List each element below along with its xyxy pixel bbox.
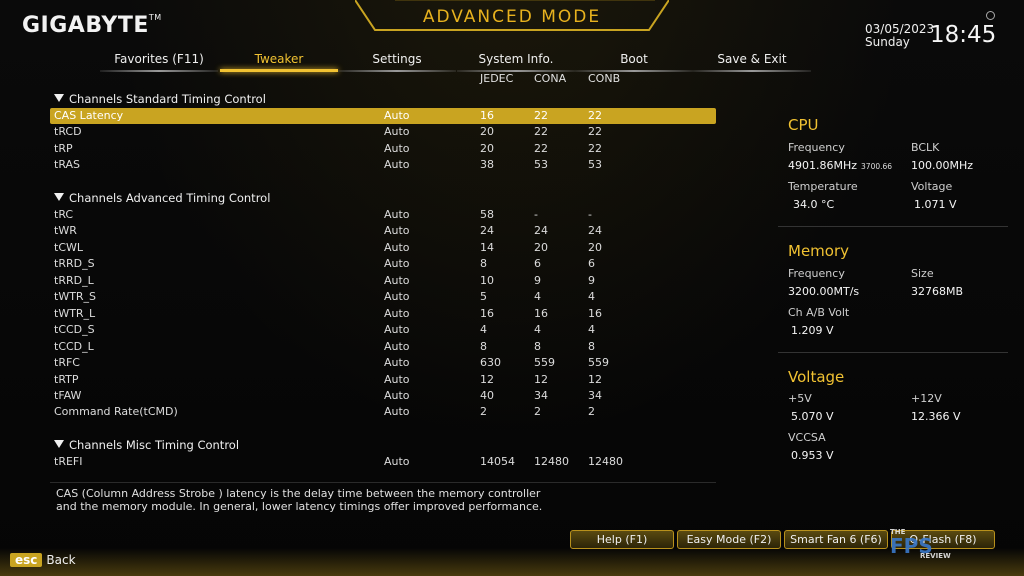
memory-frequency-label: Frequency [788, 267, 845, 280]
memory-title: Memory [788, 242, 850, 260]
table-row[interactable]: tREFI Auto 14054 12480 12480 [50, 454, 716, 470]
voltage-vccsa-value: 0.953 V [791, 449, 834, 462]
help-line: and the memory module. In general, lower… [56, 500, 543, 513]
cpu-voltage-value: 1.071 V [914, 198, 957, 211]
tab-save-exit[interactable]: Save & Exit [693, 50, 811, 72]
memory-size-value: 32768MB [911, 285, 964, 298]
tab-tweaker[interactable]: Tweaker [220, 50, 338, 72]
cpu-temperature-label: Temperature [788, 180, 858, 193]
table-row[interactable]: tCCD_S Auto 444 [50, 322, 716, 338]
table-row[interactable]: tRC Auto 58- - [50, 207, 716, 223]
table-row[interactable]: Command Rate(tCMD) Auto 222 [50, 404, 716, 420]
voltage-12v-label: +12V [911, 392, 942, 405]
column-header-cona: CONA [534, 72, 567, 85]
help-button[interactable]: Help (F1) [570, 530, 674, 549]
esc-key-icon: esc [10, 553, 43, 567]
tab-boot[interactable]: Boot [575, 50, 693, 72]
section-misc-timing[interactable]: Channels Misc Timing Control [54, 438, 239, 452]
cpu-temperature-value: 34.0 °C [793, 198, 835, 211]
table-row[interactable]: tRRD_S Auto 866 [50, 256, 716, 272]
day-text: Sunday [865, 35, 910, 49]
voltage-vccsa-label: VCCSA [788, 431, 826, 444]
table-row[interactable]: tWR Auto 24 24 24 [50, 223, 716, 239]
help-description: CAS (Column Address Strobe ) latency is … [50, 482, 716, 518]
table-row[interactable]: tFAW Auto 40 34 34 [50, 388, 716, 404]
collapse-triangle-icon [54, 440, 64, 448]
back-button[interactable]: esc Back [10, 553, 76, 567]
voltage-5v-label: +5V [788, 392, 812, 405]
voltage-title: Voltage [788, 368, 845, 386]
memory-chvolt-value: 1.209 V [791, 324, 834, 337]
voltage-5v-value: 5.070 V [791, 410, 834, 423]
table-row[interactable]: tRP Auto 20 22 22 [50, 141, 716, 157]
memory-frequency-value: 3200.00MT/s [788, 285, 860, 298]
cpu-frequency-value: 4901.86MHz 3700.66 [788, 159, 893, 172]
memory-size-label: Size [911, 267, 934, 280]
table-row[interactable]: tRCD Auto 20 22 22 [50, 124, 716, 140]
table-row[interactable]: tRAS Auto 38 53 53 [50, 157, 716, 173]
collapse-triangle-icon [54, 193, 64, 201]
table-row[interactable]: tRTP Auto 12 12 12 [50, 372, 716, 388]
voltage-12v-value: 12.366 V [911, 410, 961, 423]
column-header-conb: CONB [588, 72, 621, 85]
table-row[interactable]: tCCD_L Auto 888 [50, 339, 716, 355]
tab-bar: Favorites (F11) Tweaker Settings System … [100, 50, 930, 76]
table-row[interactable]: tRRD_L Auto 10 9 9 [50, 273, 716, 289]
cpu-title: CPU [788, 116, 819, 134]
memory-chvolt-label: Ch A/B Volt [788, 306, 850, 319]
settings-icon[interactable] [986, 11, 995, 20]
help-line: CAS (Column Address Strobe ) latency is … [56, 487, 541, 500]
cpu-bclk-value: 100.00MHz [911, 159, 974, 172]
bottom-glow [0, 548, 1024, 576]
column-header-jedec: JEDEC [480, 72, 514, 85]
table-row[interactable]: tCWL Auto 14 20 20 [50, 240, 716, 256]
tab-system-info[interactable]: System Info. [457, 50, 575, 72]
table-row-cas-latency[interactable]: CAS Latency Auto 16 22 22 [50, 108, 716, 124]
tab-settings[interactable]: Settings [338, 50, 456, 72]
cpu-bclk-label: BCLK [911, 141, 940, 154]
clock: 18:45 [930, 22, 997, 48]
collapse-triangle-icon [54, 94, 64, 102]
table-row[interactable]: tRFC Auto 630 559 559 [50, 355, 716, 371]
section-advanced-timing[interactable]: Channels Advanced Timing Control [54, 191, 270, 205]
date-display: 03/05/2023 Sunday [865, 23, 934, 49]
cpu-voltage-label: Voltage [911, 180, 953, 193]
tab-favorites[interactable]: Favorites (F11) [100, 50, 218, 72]
easy-mode-button[interactable]: Easy Mode (F2) [677, 530, 781, 549]
section-standard-timing[interactable]: Channels Standard Timing Control [54, 92, 266, 106]
table-row[interactable]: tWTR_S Auto 544 [50, 289, 716, 305]
panel-divider [778, 352, 1008, 353]
table-row[interactable]: tWTR_L Auto 16 16 16 [50, 306, 716, 322]
mode-title: ADVANCED MODE [422, 7, 602, 27]
gigabyte-logo: GIGABYTETM [22, 13, 162, 38]
cpu-frequency-label: Frequency [788, 141, 845, 154]
smart-fan-button[interactable]: Smart Fan 6 (F6) [784, 530, 888, 549]
panel-divider [778, 226, 1008, 227]
